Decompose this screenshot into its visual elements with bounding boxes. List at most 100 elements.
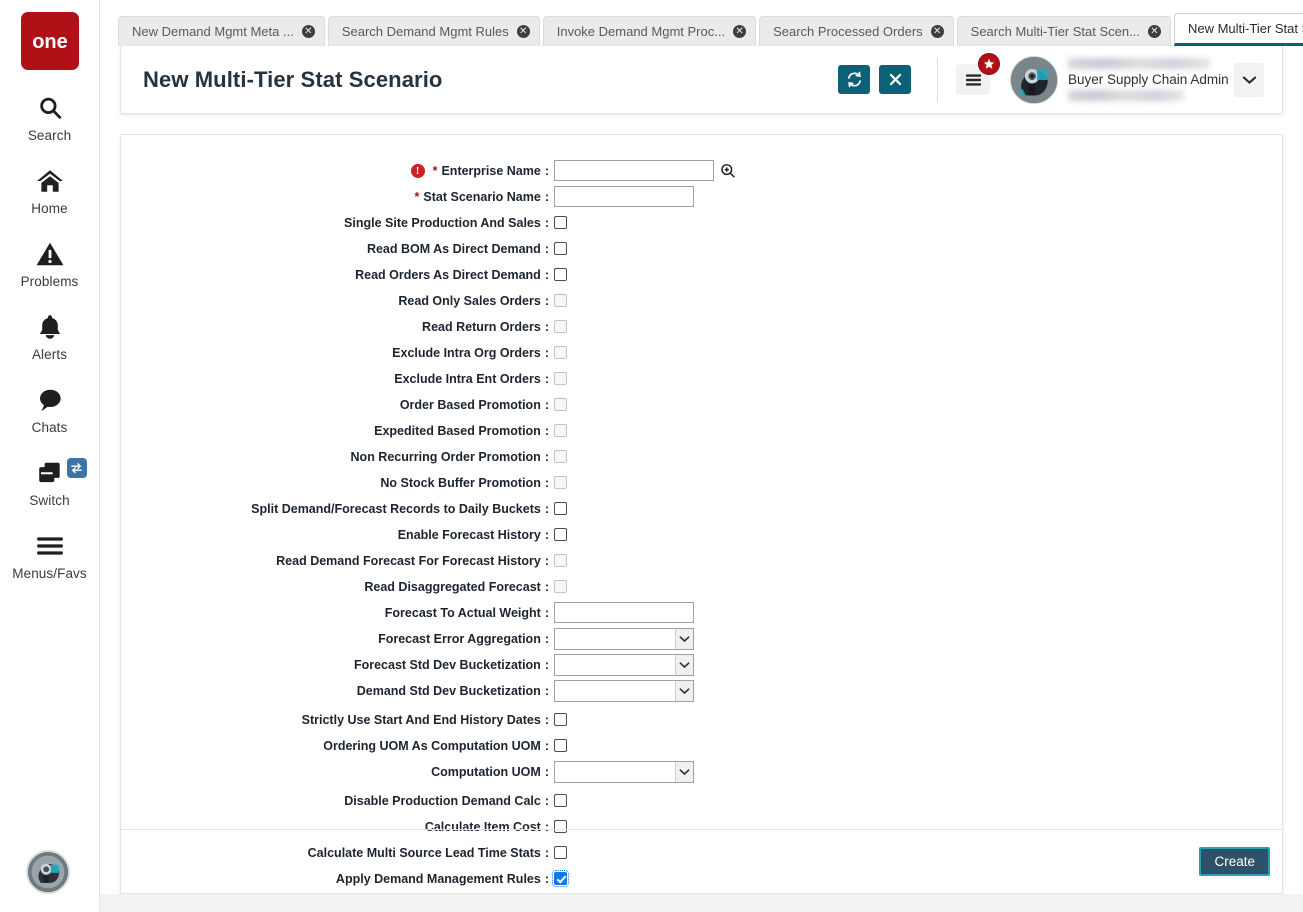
page-header: New Multi-Tier Stat Scenario Buyer Suppl… xyxy=(120,46,1283,114)
chevron-down-icon xyxy=(675,654,693,675)
checkbox-non-recurring-order-promotion xyxy=(554,450,567,463)
stat-scenario-name-input[interactable] xyxy=(554,186,694,207)
header-divider xyxy=(937,57,938,102)
bottom-bar xyxy=(100,894,1303,912)
checkbox-ordering-uom-as-computation-uom[interactable] xyxy=(554,739,567,752)
create-button[interactable]: Create xyxy=(1199,847,1270,876)
user-name-redacted xyxy=(1068,58,1210,69)
sidebar-item-search[interactable]: Search xyxy=(0,91,100,143)
field-row-expedited-based-promotion: Expedited Based Promotion: xyxy=(121,419,1282,442)
field-row-read-demand-forecast-for-forecast-history: Read Demand Forecast For Forecast Histor… xyxy=(121,549,1282,572)
label-text: Enable Forecast History xyxy=(397,527,541,542)
label-text: Exclude Intra Ent Orders xyxy=(394,371,541,386)
sidebar-item-problems[interactable]: Problems xyxy=(0,237,100,289)
tab-new-demand-mgmt-meta[interactable]: New Demand Mgmt Meta ... ✕ xyxy=(118,16,325,46)
field-row-demand-std-dev-bucketization: Demand Std Dev Bucketization: xyxy=(121,679,1282,702)
checkbox-read-bom-as-direct-demand[interactable] xyxy=(554,242,567,255)
field-row-forecast-std-dev-bucketization: Forecast Std Dev Bucketization: xyxy=(121,653,1282,676)
field-label-stat-scenario-name: * Stat Scenario Name: xyxy=(414,189,549,204)
label-text: Split Demand/Forecast Records to Daily B… xyxy=(251,501,541,516)
label-text: Exclude Intra Org Orders xyxy=(392,345,541,360)
label-text: No Stock Buffer Promotion xyxy=(380,475,541,490)
label-text: Read BOM As Direct Demand xyxy=(366,241,541,256)
checkbox-no-stock-buffer-promotion xyxy=(554,476,567,489)
select-forecast-std-dev-bucketization[interactable] xyxy=(554,653,694,676)
one-logo[interactable]: one xyxy=(20,12,79,70)
sidebar-item-alerts[interactable]: Alerts xyxy=(0,310,100,362)
field-row-read-only-sales-orders: Read Only Sales Orders: xyxy=(121,289,1282,312)
enterprise-name-input[interactable] xyxy=(554,160,714,181)
select-forecast-error-aggregation[interactable] xyxy=(554,627,694,650)
checkbox-disable-production-demand-calc[interactable] xyxy=(554,794,567,807)
sidebar-label-search: Search xyxy=(27,128,72,143)
form-footer: Create xyxy=(121,829,1284,893)
chevron-down-icon xyxy=(675,680,693,701)
avatar-image xyxy=(28,852,68,892)
tab-close-icon[interactable]: ✕ xyxy=(930,25,944,38)
sidebar-user-avatar[interactable] xyxy=(26,850,70,894)
checkbox-exclude-intra-ent-orders xyxy=(554,372,567,385)
page-title: New Multi-Tier Stat Scenario xyxy=(143,66,443,92)
field-row-forecast-error-aggregation: Forecast Error Aggregation: xyxy=(121,627,1282,650)
header-menu-button[interactable] xyxy=(956,53,1000,95)
header-actions: Buyer Supply Chain Admin xyxy=(829,46,1282,113)
label-text: Expedited Based Promotion xyxy=(374,423,541,438)
field-row-exclude-intra-org-orders: Exclude Intra Org Orders: xyxy=(121,341,1282,364)
chevron-down-icon xyxy=(675,761,693,782)
select-computation-uom[interactable] xyxy=(554,760,694,783)
forecast-to-actual-weight-input[interactable] xyxy=(554,602,694,623)
close-x-icon xyxy=(889,73,901,86)
checkbox-split-demand-forecast-records-to-daily-buckets[interactable] xyxy=(554,502,567,515)
tab-close-icon[interactable]: ✕ xyxy=(301,25,315,38)
error-icon: ! xyxy=(410,163,425,178)
header-user-avatar[interactable] xyxy=(1010,55,1058,104)
refresh-button[interactable] xyxy=(838,65,870,94)
checkbox-read-orders-as-direct-demand[interactable] xyxy=(554,268,567,281)
tab-invoke-demand-mgmt-proc[interactable]: Invoke Demand Mgmt Proc... ✕ xyxy=(542,16,757,46)
one-logo-wordmark: one xyxy=(32,31,68,52)
header-user-info: Buyer Supply Chain Admin xyxy=(1068,54,1229,106)
search-icon xyxy=(37,91,63,125)
swap-arrows-icon[interactable] xyxy=(66,458,87,478)
tab-label: New Demand Mgmt Meta ... xyxy=(132,24,294,39)
tab-label: New Multi-Tier Stat Scenario xyxy=(1187,21,1303,36)
sidebar-item-chats[interactable]: Chats xyxy=(0,383,100,435)
tab-search-demand-mgmt-rules[interactable]: Search Demand Mgmt Rules ✕ xyxy=(327,16,540,46)
label-text: Forecast Std Dev Bucketization xyxy=(353,657,541,672)
tab-new-multi-tier-stat-scenario[interactable]: New Multi-Tier Stat Scenario ✕ xyxy=(1173,13,1303,46)
field-row-enable-forecast-history: Enable Forecast History: xyxy=(121,523,1282,546)
field-row-read-orders-as-direct-demand: Read Orders As Direct Demand: xyxy=(121,263,1282,286)
magnifier-plus-icon[interactable] xyxy=(720,163,736,179)
field-row-read-bom-as-direct-demand: Read BOM As Direct Demand: xyxy=(121,237,1282,260)
tab-label: Search Processed Orders xyxy=(773,24,923,39)
sidebar-label-chats: Chats xyxy=(31,420,68,435)
tab-search-processed-orders[interactable]: Search Processed Orders ✕ xyxy=(759,16,954,46)
label-text: Strictly Use Start And End History Dates xyxy=(301,712,541,727)
sidebar-item-home[interactable]: Home xyxy=(0,164,100,216)
tab-close-icon[interactable]: ✕ xyxy=(516,25,530,38)
sidebar-item-switch[interactable]: Switch xyxy=(0,456,100,508)
checkbox-read-only-sales-orders xyxy=(554,294,567,307)
form-panel: ! * Enterprise Name: * Stat Scenario Nam… xyxy=(120,134,1284,894)
checkbox-single-site-production-and-sales[interactable] xyxy=(554,216,567,229)
checkbox-strictly-use-start-and-end-history-dates[interactable] xyxy=(554,713,567,726)
checkbox-enable-forecast-history[interactable] xyxy=(554,528,567,541)
left-sidebar: one Search Home Problems Alerts Chats Sw… xyxy=(0,0,100,912)
checkbox-read-demand-forecast-for-forecast-history xyxy=(554,554,567,567)
user-menu-button[interactable] xyxy=(1234,62,1264,97)
star-icon xyxy=(983,58,995,69)
tab-search-multi-tier-stat-scen[interactable]: Search Multi-Tier Stat Scen... ✕ xyxy=(956,16,1171,46)
label-text: Computation UOM xyxy=(431,764,541,779)
label-text: Read Return Orders xyxy=(422,319,541,334)
field-row-computation-uom: Computation UOM: xyxy=(121,760,1282,783)
close-button[interactable] xyxy=(879,65,911,94)
select-demand-std-dev-bucketization[interactable] xyxy=(554,679,694,702)
field-row-ordering-uom-as-computation-uom: Ordering UOM As Computation UOM: xyxy=(121,734,1282,757)
field-row-read-return-orders: Read Return Orders: xyxy=(121,315,1282,338)
sidebar-item-menus-favs[interactable]: Menus/Favs xyxy=(0,529,100,581)
form-fields: ! * Enterprise Name: * Stat Scenario Nam… xyxy=(121,135,1282,890)
sidebar-label-problems: Problems xyxy=(20,274,79,289)
tab-close-icon[interactable]: ✕ xyxy=(733,25,747,38)
label-text: Forecast Error Aggregation xyxy=(378,631,541,646)
tab-close-icon[interactable]: ✕ xyxy=(1147,25,1161,38)
